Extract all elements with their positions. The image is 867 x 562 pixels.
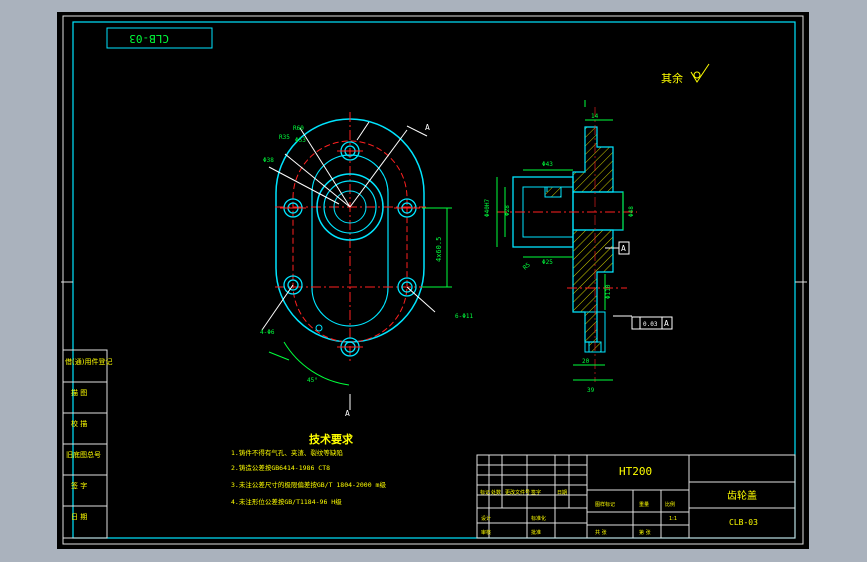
svg-text:审核: 审核 (481, 529, 491, 536)
tech-req-title: 技术要求 (309, 432, 354, 446)
svg-text:Φ40H7: Φ40H7 (484, 199, 491, 217)
svg-text:共 张: 共 张 (595, 529, 607, 536)
part-name-text: 齿轮盖 (727, 489, 757, 502)
svg-text:R60: R60 (293, 125, 304, 132)
svg-text:A: A (664, 319, 669, 328)
svg-text:标准化: 标准化 (531, 515, 546, 522)
tech-req-item-4: 4.未注形位公差按GB/T1184-96 H级 (231, 497, 342, 506)
svg-text:R35: R35 (279, 134, 290, 141)
svg-text:设计: 设计 (481, 515, 491, 522)
svg-text:4x60.5: 4x60.5 (435, 237, 443, 262)
svg-text:标记: 标记 (480, 489, 490, 496)
svg-text:4-Φ6: 4-Φ6 (260, 329, 275, 336)
outer-frame (62, 15, 804, 545)
svg-text:Φ48: Φ48 (628, 206, 635, 217)
left-col-2: 描 图 (71, 388, 87, 397)
tech-req-item-2: 2.铸造公差按GB6414-1986 CT8 (231, 463, 330, 472)
section-mark-a-top: A (425, 123, 430, 132)
svg-text:处数: 处数 (491, 489, 501, 496)
tech-req-item-1: 1.铸件不得有气孔、夹渣、裂纹等缺陷 (231, 448, 343, 457)
cad-viewport[interactable]: CLB-03 其余 4x60.5 R35 Φ38 R60 Φ53 6-Φ11 4… (57, 12, 809, 549)
svg-text:Φ53: Φ53 (295, 137, 306, 144)
svg-text:比例: 比例 (665, 501, 675, 508)
svg-text:Φ28: Φ28 (504, 205, 511, 216)
svg-text:图样标记: 图样标记 (595, 501, 615, 508)
svg-text:更改文件号: 更改文件号 (505, 489, 530, 496)
svg-text:Φ25: Φ25 (542, 259, 553, 266)
datum-label: A (621, 244, 626, 253)
material-text: HT200 (619, 465, 652, 478)
svg-text:R5: R5 (522, 261, 532, 271)
svg-text:Φ43: Φ43 (542, 161, 553, 168)
front-view: 4x60.5 R35 Φ38 R60 Φ53 6-Φ11 4-Φ6 45° A … (260, 112, 473, 418)
left-col-1: 借(通)用件登记 (65, 357, 112, 366)
svg-text:第 张: 第 张 (639, 529, 651, 536)
roughness-icon (690, 63, 710, 83)
section-mark-a-bottom: A (345, 409, 350, 418)
left-registration-column (62, 349, 108, 539)
part-code-text: CLB-03 (729, 518, 758, 527)
svg-text:20: 20 (582, 358, 590, 365)
svg-text:Φ38: Φ38 (263, 157, 274, 164)
svg-text:39: 39 (587, 387, 595, 394)
inner-frame (72, 21, 796, 539)
svg-text:1:1: 1:1 (669, 516, 677, 522)
section-view: Φ40H7 Φ28 Φ43 Φ25 14 39 20 Φ48 Φ110 R5 A… (484, 100, 673, 394)
svg-text:签字: 签字 (531, 489, 541, 496)
svg-text:6-Φ11: 6-Φ11 (455, 313, 473, 320)
left-col-6: 日 期 (71, 513, 87, 521)
code-box-text: CLB-03 (129, 32, 169, 45)
left-col-4: 旧底图总号 (66, 450, 101, 459)
svg-text:Φ110: Φ110 (605, 284, 612, 299)
svg-text:0.03: 0.03 (643, 321, 658, 328)
svg-text:14: 14 (591, 113, 599, 120)
tech-req-item-3: 3.未注公差尺寸的极限偏差按GB/T 1804-2000 m级 (231, 480, 386, 489)
svg-text:日期: 日期 (557, 490, 567, 496)
svg-text:45°: 45° (307, 377, 318, 384)
svg-text:重量: 重量 (639, 501, 649, 508)
left-col-5: 签 字 (71, 481, 87, 490)
svg-text:批准: 批准 (531, 529, 541, 536)
left-col-3: 校 描 (71, 419, 87, 428)
surface-finish-note: 其余 (661, 71, 683, 85)
